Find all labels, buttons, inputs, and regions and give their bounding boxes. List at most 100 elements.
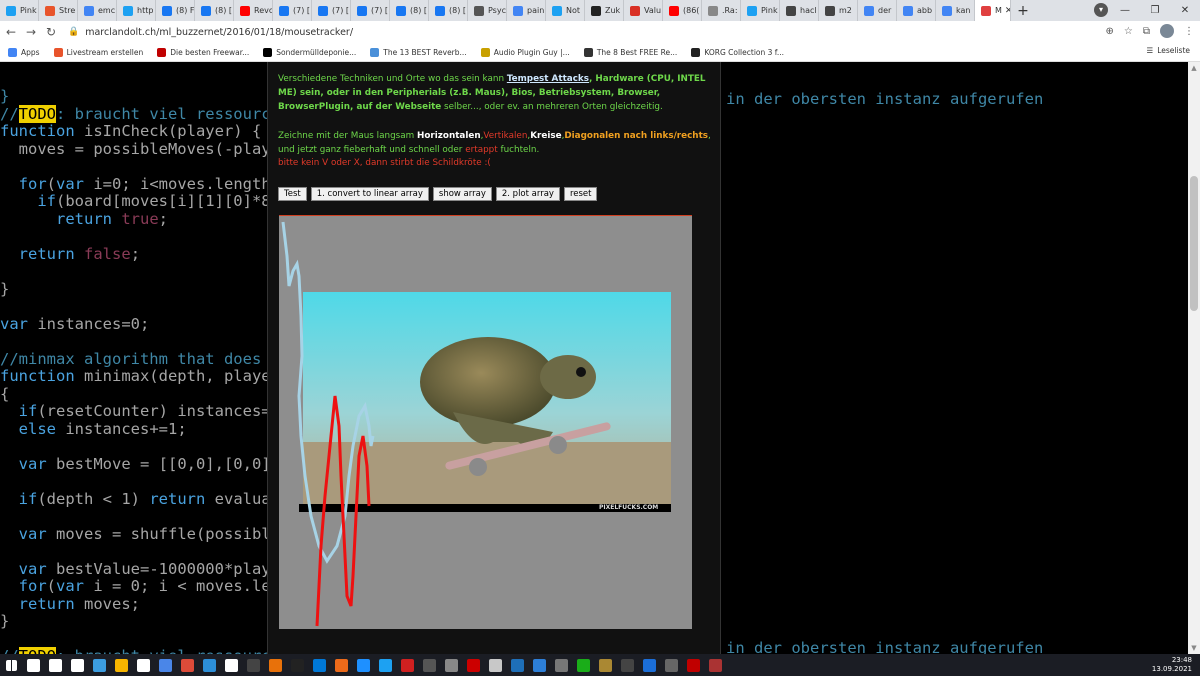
menu-icon[interactable]: ⋮ [1184, 26, 1194, 37]
tab-8[interactable]: (7) [ [312, 0, 351, 21]
taskbar-app-icon[interactable] [660, 654, 682, 676]
app-icon [158, 658, 172, 672]
tab-0[interactable]: Pink [0, 0, 39, 21]
tab-10[interactable]: (8) [ [390, 0, 429, 21]
drawing-canvas[interactable]: PIXELFUCKS.COM [279, 215, 692, 629]
tab-11[interactable]: (8) [ [429, 0, 468, 21]
tab-14[interactable]: Not [546, 0, 585, 21]
tab-22[interactable]: der [858, 0, 897, 21]
taskbar-app-icon[interactable] [704, 654, 726, 676]
extensions-icon[interactable]: ⧉ [1143, 26, 1150, 37]
tab-2[interactable]: emc [78, 0, 117, 21]
tab-18[interactable]: .Ra: [702, 0, 741, 21]
tab-6[interactable]: Revc [234, 0, 273, 21]
bookmark-4[interactable]: The 13 BEST Reverb... [370, 47, 467, 57]
bookmark-label: The 8 Best FREE Re... [596, 47, 678, 57]
reading-list-button[interactable]: ☰ Leseliste [1146, 46, 1190, 55]
taskbar-app-icon[interactable] [682, 654, 704, 676]
url-field[interactable]: marclandolt.ch/ml_buzzernet/2016/01/18/m… [85, 27, 353, 38]
control-button-1[interactable]: 1. convert to linear array [310, 187, 429, 201]
zoom-icon[interactable]: ⊕ [1106, 26, 1114, 37]
taskbar-app-icon[interactable] [308, 654, 330, 676]
tab-15[interactable]: Zuk [585, 0, 624, 21]
bookmark-2[interactable]: Die besten Freewar... [157, 47, 249, 57]
taskbar-app-icon[interactable] [330, 654, 352, 676]
close-tab-icon[interactable]: ✕ [1005, 6, 1010, 16]
taskbar-app-icon[interactable] [132, 654, 154, 676]
taskbar-app-icon[interactable] [572, 654, 594, 676]
bookmark-1[interactable]: Livestream erstellen [53, 47, 143, 57]
google-icon [903, 5, 913, 16]
taskbar-app-icon[interactable] [484, 654, 506, 676]
profile-avatar[interactable] [1160, 24, 1174, 38]
taskbar-app-icon[interactable] [44, 654, 66, 676]
taskbar-app-icon[interactable] [66, 654, 88, 676]
star-icon[interactable]: ☆ [1124, 26, 1133, 37]
tab-19[interactable]: Pink [741, 0, 780, 21]
bookmark-6[interactable]: The 8 Best FREE Re... [583, 47, 678, 57]
tab-12[interactable]: Psyc [468, 0, 507, 21]
taskbar-app-icon[interactable] [528, 654, 550, 676]
control-button-3[interactable]: 2. plot array [495, 187, 560, 201]
taskbar-app-icon[interactable] [110, 654, 132, 676]
tab-4[interactable]: (8) F [156, 0, 195, 21]
taskbar-app-icon[interactable] [616, 654, 638, 676]
taskbar-app-icon[interactable] [286, 654, 308, 676]
lock-icon[interactable]: 🔒 [68, 27, 79, 37]
tab-16[interactable]: Valu [624, 0, 663, 21]
tab-3[interactable]: http [117, 0, 156, 21]
taskbar-app-icon[interactable] [264, 654, 286, 676]
taskbar-app-icon[interactable] [220, 654, 242, 676]
taskbar-app-icon[interactable] [440, 654, 462, 676]
scroll-thumb[interactable] [1190, 176, 1198, 311]
forward-icon[interactable]: → [22, 25, 40, 39]
close-window-icon[interactable]: ✕ [1170, 5, 1200, 16]
taskbar-app-icon[interactable] [638, 654, 660, 676]
tab-25[interactable]: M✕ [975, 0, 1011, 21]
page-scrollbar[interactable]: ▲ ▼ [1188, 62, 1200, 654]
taskbar-app-icon[interactable] [176, 654, 198, 676]
maximize-icon[interactable]: ❐ [1140, 5, 1170, 16]
taskbar-app-icon[interactable] [154, 654, 176, 676]
bookmark-5[interactable]: Audio Plugin Guy |... [480, 47, 570, 57]
taskbar-app-icon[interactable] [22, 654, 44, 676]
bookmark-0[interactable]: Apps [8, 47, 40, 57]
taskbar-app-icon[interactable] [88, 654, 110, 676]
back-icon[interactable]: ← [2, 25, 20, 39]
taskbar-app-icon[interactable] [594, 654, 616, 676]
taskbar-app-icon[interactable] [396, 654, 418, 676]
start-icon[interactable] [0, 654, 22, 676]
tab-23[interactable]: abb [897, 0, 936, 21]
tab-21[interactable]: m2 [819, 0, 858, 21]
tab-search-icon[interactable]: ▾ [1094, 3, 1108, 17]
taskbar-app-icon[interactable] [462, 654, 484, 676]
tab-24[interactable]: kan [936, 0, 975, 21]
bookmark-7[interactable]: KORG Collection 3 f... [691, 47, 784, 57]
control-button-2[interactable]: show array [432, 187, 492, 201]
control-button-4[interactable]: reset [563, 187, 598, 201]
scroll-up-icon[interactable]: ▲ [1188, 62, 1200, 74]
taskbar-app-icon[interactable] [242, 654, 264, 676]
tab-20[interactable]: hacl [780, 0, 819, 21]
tab-5[interactable]: (8) [ [195, 0, 234, 21]
minimize-icon[interactable]: — [1110, 5, 1140, 16]
taskbar-app-icon[interactable] [418, 654, 440, 676]
taskbar-app-icon[interactable] [550, 654, 572, 676]
taskbar-app-icon[interactable] [506, 654, 528, 676]
tab-17[interactable]: (86( [663, 0, 702, 21]
tab-13[interactable]: pain [507, 0, 546, 21]
control-button-0[interactable]: Test [278, 187, 307, 201]
new-tab-button[interactable]: + [1013, 3, 1033, 19]
taskbar-app-icon[interactable] [198, 654, 220, 676]
bookmark-3[interactable]: Sondermülldeponie... [263, 47, 356, 57]
clock-date: 13.09.2021 [1151, 665, 1192, 673]
tab-1[interactable]: Stre [39, 0, 78, 21]
tab-9[interactable]: (7) [ [351, 0, 390, 21]
tab-7[interactable]: (7) [ [273, 0, 312, 21]
tempest-attacks-link[interactable]: Tempest Attacks [507, 74, 589, 84]
taskbar-app-icon[interactable] [374, 654, 396, 676]
reload-icon[interactable]: ↻ [42, 25, 60, 39]
system-clock[interactable]: 23:48 13.09.2021 [1152, 654, 1192, 676]
scroll-down-icon[interactable]: ▼ [1188, 642, 1200, 654]
taskbar-app-icon[interactable] [352, 654, 374, 676]
